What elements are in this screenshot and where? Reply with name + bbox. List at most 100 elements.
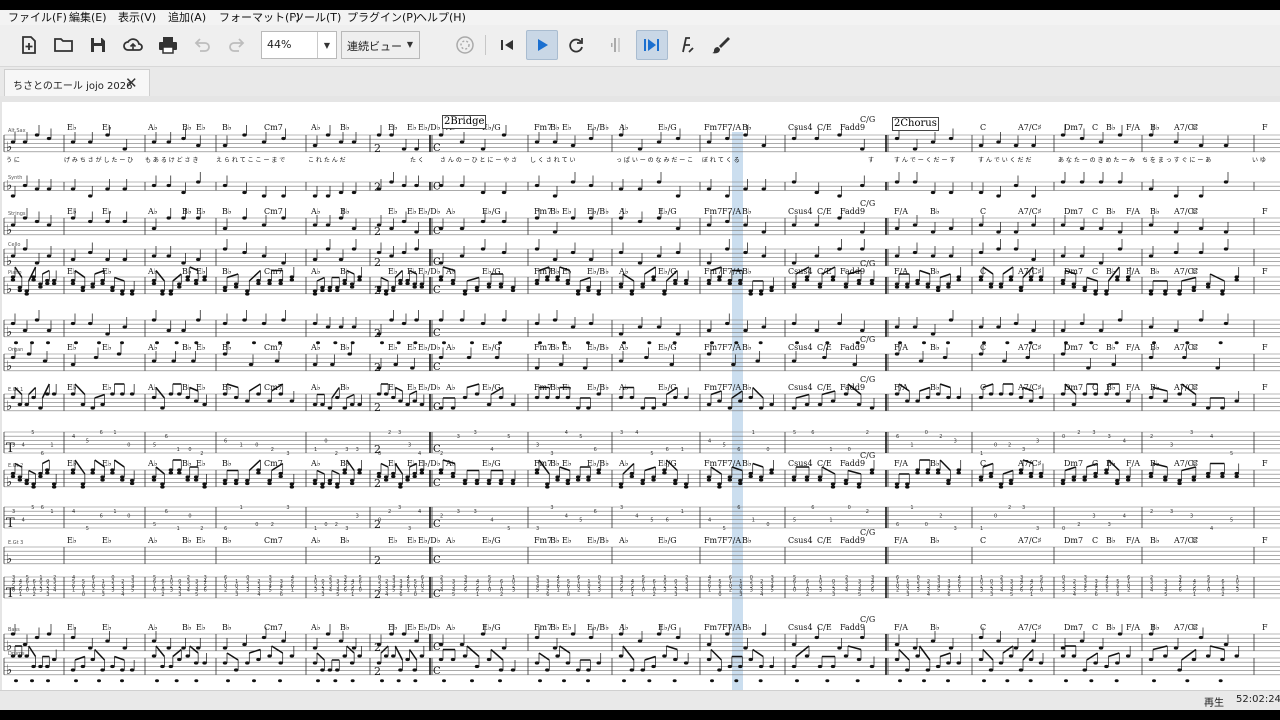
notehead bbox=[166, 254, 171, 258]
notehead bbox=[168, 664, 174, 669]
notehead bbox=[930, 190, 936, 195]
notehead bbox=[1173, 140, 1179, 144]
notehead bbox=[414, 230, 419, 234]
notehead bbox=[1104, 471, 1109, 475]
chord-symbol: C bbox=[1192, 536, 1198, 545]
tab-fret-number: 3 bbox=[819, 588, 822, 594]
notehead bbox=[582, 366, 588, 370]
undo-icon[interactable] bbox=[188, 31, 216, 59]
menu-add[interactable]: 追加(A) bbox=[168, 10, 206, 25]
tab-fret-number: 2 bbox=[1008, 505, 1011, 511]
notehead bbox=[438, 355, 444, 360]
notehead bbox=[70, 668, 76, 672]
notehead bbox=[956, 468, 961, 472]
score-notation[interactable]: ♭2CAlt.Sax♭2CSynth♭2CStrings♭2CCello♭2CP… bbox=[2, 102, 1280, 690]
score-page[interactable]: ♭2CAlt.Sax♭2CSynth♭2CStrings♭2CCello♭2CP… bbox=[2, 102, 1280, 690]
notehead bbox=[1013, 183, 1019, 188]
notehead bbox=[656, 254, 662, 258]
score-tab[interactable]: ちさとのエール jojo 2026 ✕ bbox=[4, 69, 150, 96]
notehead bbox=[988, 471, 994, 476]
beam bbox=[28, 645, 37, 657]
notehead bbox=[459, 254, 465, 258]
zoom-combobox[interactable]: 44% ▼ bbox=[261, 31, 337, 59]
menu-tools[interactable]: ツール(T) bbox=[293, 10, 341, 25]
print-icon[interactable] bbox=[154, 31, 182, 59]
beam bbox=[919, 269, 931, 275]
notehead bbox=[640, 282, 645, 286]
tab-fret-number: 4 bbox=[708, 438, 711, 444]
brush-icon[interactable] bbox=[707, 31, 735, 59]
menu-file[interactable]: ファイル(F) bbox=[8, 10, 67, 25]
menu-edit[interactable]: 編集(E) bbox=[69, 10, 107, 25]
note-input-icon[interactable] bbox=[451, 31, 479, 59]
notehead bbox=[391, 288, 396, 293]
notehead bbox=[151, 281, 157, 286]
play-icon[interactable] bbox=[526, 30, 558, 60]
notehead bbox=[748, 395, 753, 400]
notehead bbox=[222, 481, 228, 486]
chord-symbol: B♭ bbox=[550, 207, 560, 216]
open-folder-icon[interactable] bbox=[50, 31, 78, 59]
view-mode-select[interactable]: 連続ビュー ▼ bbox=[341, 31, 420, 59]
score-canvas[interactable]: ♭2CAlt.Sax♭2CSynth♭2CStrings♭2CCello♭2CP… bbox=[0, 96, 1280, 690]
tab-fret-number: 1 bbox=[72, 588, 75, 594]
menu-view[interactable]: 表示(V) bbox=[118, 10, 156, 25]
tab-fret-number: 1 bbox=[476, 592, 479, 598]
menu-help[interactable]: ヘルプ(H) bbox=[416, 10, 466, 25]
notehead bbox=[1173, 194, 1179, 198]
close-icon[interactable]: ✕ bbox=[125, 74, 138, 92]
notehead bbox=[575, 406, 581, 410]
tab-fret-number: 4 bbox=[329, 588, 332, 594]
notehead bbox=[181, 190, 186, 195]
notehead bbox=[575, 668, 581, 672]
menu-format[interactable]: フォーマット(F) bbox=[219, 10, 300, 25]
notehead bbox=[1220, 657, 1225, 662]
tab-fret-number: 4 bbox=[440, 588, 443, 594]
notehead bbox=[105, 257, 110, 262]
notehead bbox=[10, 223, 16, 227]
rewind-icon[interactable] bbox=[493, 31, 521, 59]
redo-icon[interactable] bbox=[223, 31, 251, 59]
chord-symbol: B♭ bbox=[1106, 536, 1116, 545]
notehead bbox=[1008, 278, 1014, 282]
rehearsal-mark-bridge[interactable]: 2Bridge bbox=[442, 115, 487, 129]
chord-symbol: B♭ bbox=[1106, 459, 1116, 468]
chevron-down-icon[interactable]: ▼ bbox=[317, 32, 336, 58]
notehead bbox=[498, 481, 504, 486]
notehead bbox=[501, 646, 507, 650]
notehead bbox=[769, 402, 774, 407]
chord-symbol: C/G bbox=[860, 615, 875, 624]
notehead bbox=[791, 642, 797, 647]
new-score-icon[interactable] bbox=[15, 31, 43, 59]
notehead bbox=[706, 352, 712, 356]
notehead bbox=[791, 136, 797, 141]
loop-icon[interactable] bbox=[562, 31, 590, 59]
save-icon[interactable] bbox=[84, 31, 112, 59]
notehead bbox=[731, 362, 736, 367]
cloud-upload-icon[interactable] bbox=[119, 31, 147, 59]
pan-icon[interactable] bbox=[636, 30, 668, 60]
notehead bbox=[151, 395, 157, 400]
notehead bbox=[122, 646, 127, 650]
notehead bbox=[618, 282, 624, 286]
rehearsal-mark-chorus[interactable]: 2Chorus bbox=[892, 117, 939, 131]
notehead bbox=[996, 247, 1001, 251]
beam bbox=[42, 269, 50, 275]
chord-symbol: E♭/D♭ bbox=[418, 536, 441, 545]
notehead bbox=[769, 664, 774, 669]
notehead bbox=[791, 664, 797, 669]
notehead bbox=[376, 332, 382, 336]
chord-symbol: F bbox=[1262, 123, 1268, 132]
notehead bbox=[51, 278, 57, 283]
chord-symbol: B♭ bbox=[1150, 207, 1160, 216]
tab-fret-number: 3 bbox=[111, 588, 114, 594]
menu-plugins[interactable]: プラグイン(P) bbox=[347, 10, 417, 25]
mixer-icon[interactable] bbox=[673, 31, 701, 59]
notehead bbox=[1205, 654, 1211, 658]
notehead bbox=[769, 468, 774, 472]
notehead bbox=[116, 352, 122, 356]
metronome-icon[interactable] bbox=[601, 31, 629, 59]
notehead bbox=[905, 485, 910, 489]
notehead bbox=[905, 282, 910, 286]
notehead bbox=[1079, 136, 1085, 141]
